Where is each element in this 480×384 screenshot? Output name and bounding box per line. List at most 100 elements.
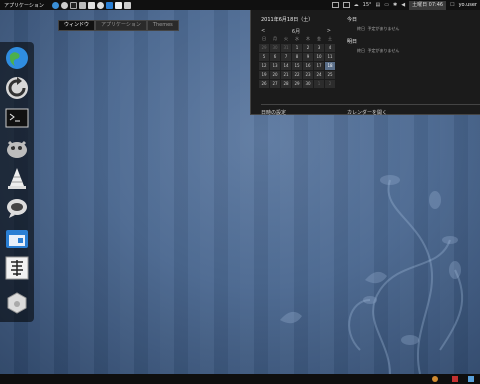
weather-icon[interactable]: ☁	[354, 2, 359, 8]
terminal-icon[interactable]	[5, 106, 29, 130]
calendar-day[interactable]: 15	[292, 62, 302, 70]
calendar-day[interactable]: 21	[281, 71, 291, 79]
calendar-day[interactable]: 22	[292, 71, 302, 79]
calendar-day[interactable]: 4	[325, 44, 335, 52]
calendar-day[interactable]: 11	[325, 53, 335, 61]
calendar-popup: 2011年6月18日（土） < 6月 > 日月火水木金土 29 30 31 1 2 3 4 5 6…	[250, 10, 480, 116]
weekday-header: 土	[328, 36, 332, 41]
bottom-panel	[0, 374, 480, 384]
chat-launcher-icon[interactable]	[96, 1, 104, 9]
calendar-day[interactable]: 5	[259, 53, 269, 61]
calendar-day[interactable]: 2	[325, 80, 335, 88]
user-icon[interactable]: ☐	[450, 2, 454, 8]
calendar-day[interactable]: 12	[259, 62, 269, 70]
tomorrow-heading: 明日	[347, 39, 358, 45]
calendar-month-nav: < 6月 >	[261, 28, 331, 35]
calendar-day[interactable]: 10	[314, 53, 324, 61]
terminal-launcher-icon[interactable]	[69, 1, 77, 9]
calendar-day[interactable]: 29	[259, 44, 269, 52]
calendar-divider	[261, 104, 480, 105]
weekday-header: 火	[284, 36, 288, 41]
calendar-date-heading: 2011年6月18日（土）	[261, 17, 314, 23]
network-icon[interactable]: ▤	[376, 2, 381, 8]
calendar-day[interactable]: 25	[325, 71, 335, 79]
top-panel: アプリケーション ☁ 15° ▤ ▭ ✱ ◀ 土曜日 07:46 ☐ yo.us…	[0, 0, 480, 10]
bluetooth-icon[interactable]: ✱	[393, 2, 397, 8]
calendar-day[interactable]: 29	[292, 80, 302, 88]
today-event-text: 予定がありません	[367, 26, 400, 31]
gimp-icon[interactable]	[5, 136, 29, 160]
shrink-launcher-icon[interactable]	[114, 1, 122, 9]
network-tray-icon[interactable]	[468, 376, 474, 382]
calendar-day[interactable]: 30	[270, 44, 280, 52]
tab-themes[interactable]: Themes	[146, 20, 179, 31]
calendar-day[interactable]: 26	[259, 80, 269, 88]
workspace-icon[interactable]	[331, 2, 339, 8]
calendar-day[interactable]: 2	[303, 44, 313, 52]
calendar-day[interactable]: 28	[281, 80, 291, 88]
tab-windows[interactable]: ウィンドウ	[58, 20, 96, 31]
system-tray: ☁ 15° ▤ ▭ ✱ ◀ 土曜日 07:46 ☐ yo.user	[331, 0, 480, 10]
gimp-launcher-icon[interactable]	[78, 1, 86, 9]
calendar-day[interactable]: 20	[270, 71, 280, 79]
vlc-icon[interactable]	[5, 166, 29, 190]
today-event: 終日 予定がありません	[357, 26, 399, 32]
user-menu[interactable]: yo.user	[459, 2, 477, 8]
app-tray-icon[interactable]	[452, 376, 458, 382]
calendar-day[interactable]: 13	[270, 62, 280, 70]
weekday-header: 木	[306, 36, 310, 41]
calendar-day[interactable]: 24	[314, 71, 324, 79]
tomorrow-event-time: 終日	[357, 48, 365, 53]
clock[interactable]: 土曜日 07:46	[409, 0, 447, 10]
weather-temp: 15°	[362, 2, 372, 8]
calendar-day[interactable]: 14	[281, 62, 291, 70]
next-month-icon[interactable]: >	[327, 28, 331, 35]
calendar-day[interactable]: 23	[303, 71, 313, 79]
calendar-day[interactable]: 1	[292, 44, 302, 52]
calendar-app-icon[interactable]	[5, 226, 29, 250]
shrink-icon[interactable]	[5, 256, 29, 280]
tomorrow-event-text: 予定がありません	[367, 48, 400, 53]
panel-launchers	[51, 1, 131, 9]
update-icon[interactable]	[5, 76, 29, 100]
wallpaper-swirl-decoration	[280, 175, 464, 374]
weekday-header: 金	[317, 36, 321, 41]
calendar-day[interactable]: 6	[270, 53, 280, 61]
calendar-day[interactable]: 9	[303, 53, 313, 61]
applications-menu[interactable]: アプリケーション	[0, 2, 48, 9]
calendar-day[interactable]: 3	[314, 44, 324, 52]
update-launcher-icon[interactable]	[60, 1, 68, 9]
today-heading: 今日	[347, 17, 358, 23]
browser-launcher-icon[interactable]	[51, 1, 59, 9]
dock	[0, 42, 34, 322]
disk-launcher-icon[interactable]	[123, 1, 131, 9]
overview-tabs: ウィンドウ アプリケーション Themes	[58, 20, 179, 31]
open-calendar-link[interactable]: カレンダーを開く	[347, 109, 387, 116]
calendar-day[interactable]: 31	[281, 44, 291, 52]
notification-icon[interactable]	[432, 376, 438, 382]
today-event-time: 終日	[357, 26, 365, 31]
date-settings-link[interactable]: 日時の設定	[261, 109, 286, 116]
calendar-day[interactable]: 17	[314, 62, 324, 70]
battery-icon[interactable]: ▭	[384, 2, 389, 8]
calendar-day[interactable]: 30	[303, 80, 313, 88]
calendar-launcher-icon[interactable]	[105, 1, 113, 9]
tomorrow-event: 終日 予定がありません	[357, 48, 399, 54]
chat-icon[interactable]	[5, 196, 29, 220]
calendar-day[interactable]: 16	[303, 62, 313, 70]
tab-applications[interactable]: アプリケーション	[95, 20, 147, 31]
web-browser-icon[interactable]	[5, 46, 29, 70]
weekday-header: 日	[262, 36, 266, 41]
prev-month-icon[interactable]: <	[261, 28, 265, 35]
calendar-day[interactable]: 18	[325, 62, 335, 70]
calendar-day[interactable]: 1	[314, 80, 324, 88]
disk-icon[interactable]	[5, 290, 29, 314]
calendar-day[interactable]: 27	[270, 80, 280, 88]
volume-icon[interactable]: ◀	[401, 2, 405, 8]
window-list-icon[interactable]	[342, 2, 350, 8]
calendar-month: 6月	[291, 29, 301, 35]
calendar-day[interactable]: 7	[281, 53, 291, 61]
vlc-launcher-icon[interactable]	[87, 1, 95, 9]
calendar-day[interactable]: 19	[259, 71, 269, 79]
calendar-day[interactable]: 8	[292, 53, 302, 61]
